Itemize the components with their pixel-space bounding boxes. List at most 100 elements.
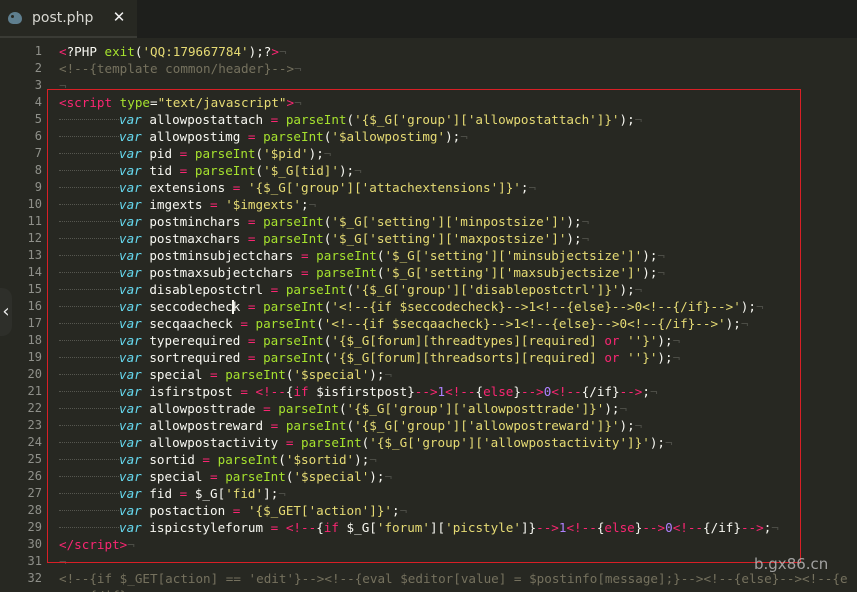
code-text: var allowpostattach = parseInt('{$_G['gr… — [59, 111, 642, 128]
code-line[interactable]: 11 var postminchars = parseInt('$_G['sett… — [0, 213, 857, 230]
code-text: var pid = parseInt('$pid');¬ — [59, 145, 331, 162]
code-line[interactable]: {/if}--> — [0, 587, 857, 592]
code-line[interactable]: 16 var seccodecheck = parseInt('<!--{if $… — [0, 298, 857, 315]
code-text: var postaction = '{$_GET['action']}';¬ — [59, 502, 407, 519]
line-number: 7 — [34, 146, 42, 160]
line-number: 8 — [34, 163, 42, 177]
code-text: <script type="text/javascript">¬ — [59, 95, 302, 110]
line-number: 25 — [27, 452, 42, 466]
code-text: var tid = parseInt('$_G[tid]');¬ — [59, 162, 362, 179]
code-line[interactable]: 31 ¬ — [0, 553, 857, 570]
code-line[interactable]: 23 var allowpostreward = parseInt('{$_G['… — [0, 417, 857, 434]
code-line[interactable]: 22 var allowposttrade = parseInt('{$_G['g… — [0, 400, 857, 417]
line-number: 20 — [27, 367, 42, 381]
line-number: 6 — [34, 129, 42, 143]
text-cursor — [232, 300, 234, 314]
code-line[interactable]: 1 <?PHP exit('QQ:179667784');?>¬ — [0, 43, 857, 60]
code-text: var allowpostactivity = parseInt('{$_G['… — [59, 434, 673, 451]
line-number: 23 — [27, 418, 42, 432]
code-line[interactable]: 3 ¬ — [0, 77, 857, 94]
line-number: 3 — [34, 78, 42, 92]
code-line[interactable]: 24 var allowpostactivity = parseInt('{$_G… — [0, 434, 857, 451]
code-text: var allowpostimg = parseInt('$allowposti… — [59, 128, 468, 145]
code-text: var extensions = '{$_G['group']['attache… — [59, 179, 536, 196]
line-number: 2 — [34, 61, 42, 75]
line-number: 4 — [34, 95, 42, 109]
code-line[interactable]: 9 var extensions = '{$_G['group']['attach… — [0, 179, 857, 196]
code-text: var allowpostreward = parseInt('{$_G['gr… — [59, 417, 642, 434]
chevron-left-icon[interactable]: ‹ — [0, 288, 12, 336]
line-number: 5 — [34, 112, 42, 126]
code-line[interactable]: 27 var fid = $_G['fid'];¬ — [0, 485, 857, 502]
code-editor[interactable]: 1 <?PHP exit('QQ:179667784');?>¬ 2 <!--{tem… — [0, 41, 857, 592]
line-number: 9 — [34, 180, 42, 194]
code-line[interactable]: 4 <script type="text/javascript">¬ — [0, 94, 857, 111]
line-number: 12 — [27, 231, 42, 245]
line-number: 26 — [27, 469, 42, 483]
line-number: 19 — [27, 350, 42, 364]
code-line[interactable]: 21 var isfirstpost = <!--{if $isfirstpost… — [0, 383, 857, 400]
watermark: b.gx86.cn — [754, 555, 829, 573]
code-line[interactable]: 15 var disablepostctrl = parseInt('{$_G['… — [0, 281, 857, 298]
code-text: var postminchars = parseInt('$_G['settin… — [59, 213, 589, 230]
code-text: var sortid = parseInt('$sortid');¬ — [59, 451, 377, 468]
line-number: 11 — [27, 214, 42, 228]
line-number: 21 — [27, 384, 42, 398]
line-number: 30 — [27, 537, 42, 551]
code-text: <!--{if $_GET[action] == 'edit'}--><!--{… — [59, 571, 848, 586]
line-number: 22 — [27, 401, 42, 415]
php-elephant-icon — [8, 12, 22, 24]
code-text: var imgexts = '$imgexts';¬ — [59, 196, 316, 213]
code-text: ¬ — [59, 78, 67, 93]
code-line[interactable]: 13 var postminsubjectchars = parseInt('$_… — [0, 247, 857, 264]
code-text: </script>¬ — [59, 537, 135, 552]
code-line[interactable]: 7 var pid = parseInt('$pid');¬ — [0, 145, 857, 162]
code-text: var special = parseInt('$special');¬ — [59, 366, 392, 383]
code-text: var ispicstyleforum = <!--{if $_G['forum… — [59, 519, 779, 536]
code-line[interactable]: 14 var postmaxsubjectchars = parseInt('$_… — [0, 264, 857, 281]
code-text: var typerequired = parseInt('{$_G[forum]… — [59, 332, 680, 349]
code-line[interactable]: 6 var allowpostimg = parseInt('$allowpost… — [0, 128, 857, 145]
code-text: var allowposttrade = parseInt('{$_G['gro… — [59, 400, 627, 417]
line-number: 24 — [27, 435, 42, 449]
code-line[interactable]: 32 <!--{if $_GET[action] == 'edit'}--><!-… — [0, 570, 857, 587]
code-line[interactable]: 17 var secqaacheck = parseInt('<!--{if $s… — [0, 315, 857, 332]
code-line[interactable]: 30 </script>¬ — [0, 536, 857, 553]
code-text: var special = parseInt('$special');¬ — [59, 468, 392, 485]
code-line[interactable]: 25 var sortid = parseInt('$sortid');¬ — [0, 451, 857, 468]
code-text: <!--{template common/header}-->¬ — [59, 61, 302, 76]
line-number: 1 — [34, 44, 42, 58]
tab-post-php[interactable]: post.php ✕ — [0, 0, 137, 38]
code-line[interactable]: 19 var sortrequired = parseInt('{$_G[foru… — [0, 349, 857, 366]
code-text: var secqaacheck = parseInt('<!--{if $sec… — [59, 315, 748, 332]
line-number: 14 — [27, 265, 42, 279]
code-line[interactable]: 20 var special = parseInt('$special');¬ — [0, 366, 857, 383]
tab-bar: post.php ✕ — [0, 0, 857, 38]
code-line[interactable]: 18 var typerequired = parseInt('{$_G[foru… — [0, 332, 857, 349]
code-text: var seccodecheck = parseInt('<!--{if $se… — [59, 298, 764, 315]
close-icon[interactable]: ✕ — [111, 8, 127, 26]
code-line[interactable]: 29 var ispicstyleforum = <!--{if $_G['for… — [0, 519, 857, 536]
code-line[interactable]: 26 var special = parseInt('$special');¬ — [0, 468, 857, 485]
code-text: {/if}--> — [59, 587, 150, 592]
code-line[interactable]: 5 var allowpostattach = parseInt('{$_G['g… — [0, 111, 857, 128]
code-line[interactable]: 2 <!--{template common/header}-->¬ — [0, 60, 857, 77]
line-number: 13 — [27, 248, 42, 262]
code-text: ¬ — [59, 554, 67, 569]
line-number: 32 — [27, 571, 42, 585]
tab-title: post.php — [32, 10, 94, 26]
code-text: var postmaxsubjectchars = parseInt('$_G[… — [59, 264, 665, 281]
code-text: <?PHP exit('QQ:179667784');?>¬ — [59, 44, 287, 59]
line-number: 10 — [27, 197, 42, 211]
code-text: var postminsubjectchars = parseInt('$_G[… — [59, 247, 665, 264]
line-number: 27 — [27, 486, 42, 500]
code-text: var isfirstpost = <!--{if $isfirstpost}-… — [59, 383, 658, 400]
code-line[interactable]: 28 var postaction = '{$_GET['action']}';¬ — [0, 502, 857, 519]
line-number: 31 — [27, 554, 42, 568]
code-line[interactable]: 12 var postmaxchars = parseInt('$_G['sett… — [0, 230, 857, 247]
code-line[interactable]: 10 var imgexts = '$imgexts';¬ — [0, 196, 857, 213]
code-text: var sortrequired = parseInt('{$_G[forum]… — [59, 349, 680, 366]
line-number: 29 — [27, 520, 42, 534]
code-line[interactable]: 8 var tid = parseInt('$_G[tid]');¬ — [0, 162, 857, 179]
code-text: var disablepostctrl = parseInt('{$_G['gr… — [59, 281, 642, 298]
